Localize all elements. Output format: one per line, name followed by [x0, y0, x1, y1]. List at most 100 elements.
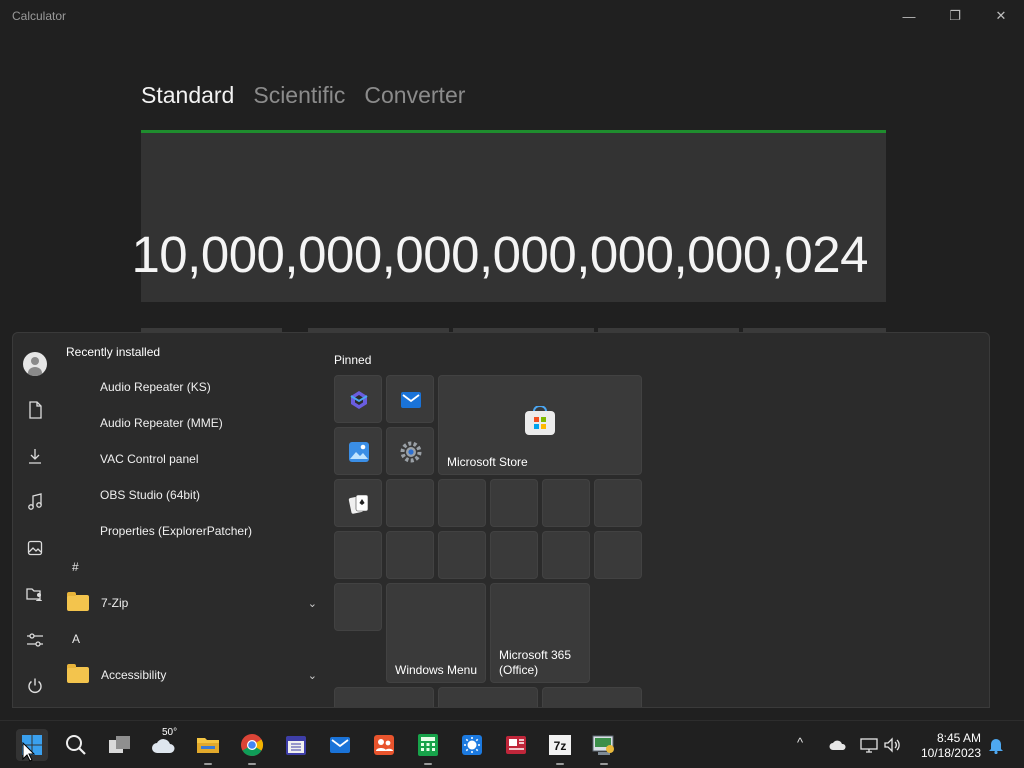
pinned-header: Pinned: [334, 353, 372, 367]
user-folder-icon: [26, 588, 42, 601]
search-icon: [66, 735, 86, 755]
user-folder-button[interactable]: [21, 580, 49, 608]
letter-header-hash[interactable]: #: [72, 560, 79, 574]
taskbar-control-panel[interactable]: [588, 729, 620, 765]
taskbar-7zip[interactable]: 7z: [544, 729, 576, 765]
minimize-button[interactable]: —: [886, 0, 932, 32]
pinned-tile-mail[interactable]: [386, 375, 434, 423]
pinned-tile[interactable]: [438, 479, 486, 527]
close-button[interactable]: ✕: [978, 0, 1024, 32]
pinned-tile[interactable]: [438, 687, 538, 707]
clock-date: 10/18/2023: [920, 746, 981, 760]
taskbar-chrome[interactable]: [236, 729, 268, 765]
taskbar: 50° 7z ^ 8:45 AM 10/18/2023: [0, 720, 1024, 768]
maximize-button[interactable]: ❐: [932, 0, 978, 32]
running-indicator: [248, 763, 256, 765]
pinned-tile-windows-menu[interactable]: Windows Menu: [386, 583, 486, 683]
chevron-down-icon: ⌄: [307, 597, 317, 610]
solitaire-icon: [348, 494, 369, 514]
recently-installed-header: Recently installed: [66, 345, 161, 359]
downloads-button[interactable]: [21, 442, 49, 470]
tab-standard[interactable]: Standard: [141, 82, 234, 109]
maximize-icon: ❐: [949, 8, 961, 23]
sun-icon: [462, 735, 482, 755]
tab-scientific[interactable]: Scientific: [253, 82, 345, 109]
pinned-tile-photos[interactable]: [334, 427, 382, 475]
display-value: 10,000,000,000,000,000,000,024: [131, 226, 868, 283]
start-menu: Recently installed Audio Repeater (KS) A…: [12, 332, 990, 708]
folder-accessibility[interactable]: Accessibility ⌄: [67, 663, 317, 687]
settings-button[interactable]: [21, 626, 49, 654]
7zip-icon: 7z: [549, 735, 571, 755]
list-item[interactable]: Audio Repeater (KS): [100, 380, 211, 394]
pictures-button[interactable]: [21, 534, 49, 562]
pinned-tile[interactable]: [334, 583, 382, 631]
running-indicator: [424, 763, 432, 765]
pinned-tile[interactable]: [334, 687, 434, 707]
pinned-tile-settings[interactable]: [386, 427, 434, 475]
app-list: Recently installed Audio Repeater (KS) A…: [57, 333, 317, 707]
pinned-tile[interactable]: [594, 479, 642, 527]
taskbar-mail[interactable]: [324, 729, 356, 761]
letter-header-a[interactable]: A: [72, 632, 80, 646]
weather-temp: 50°: [162, 727, 178, 738]
list-item[interactable]: Audio Repeater (MME): [100, 416, 223, 430]
copilot-icon: [350, 391, 368, 409]
calculator-icon: [418, 734, 438, 756]
pinned-tile[interactable]: [542, 479, 590, 527]
tray-onedrive[interactable]: [822, 729, 854, 761]
task-view-button[interactable]: [104, 729, 136, 761]
store-icon: [525, 406, 555, 435]
people-icon: [374, 735, 394, 755]
show-hidden-icons-chevron[interactable]: ^: [797, 735, 803, 750]
taskbar-calendar[interactable]: [280, 729, 312, 761]
bell-icon: [989, 739, 1003, 754]
tray-volume[interactable]: [876, 729, 908, 761]
search-button[interactable]: [60, 729, 92, 761]
mail-icon: [401, 392, 421, 408]
svg-text:7z: 7z: [554, 739, 567, 753]
minimize-icon: —: [902, 8, 916, 24]
pinned-tile[interactable]: [386, 531, 434, 579]
power-button[interactable]: [21, 672, 49, 700]
close-icon: ✕: [995, 8, 1007, 23]
tab-converter[interactable]: Converter: [364, 82, 465, 109]
account-button[interactable]: [21, 350, 49, 378]
list-item[interactable]: VAC Control panel: [100, 452, 199, 466]
pinned-tile-copilot[interactable]: [334, 375, 382, 423]
pinned-tile[interactable]: [542, 687, 642, 707]
music-button[interactable]: [21, 488, 49, 516]
account-icon: [23, 352, 47, 376]
system-clock[interactable]: 8:45 AM 10/18/2023: [921, 731, 981, 761]
folder-label: Accessibility: [101, 668, 167, 682]
taskbar-people[interactable]: [368, 729, 400, 761]
pinned-tile[interactable]: [334, 531, 382, 579]
documents-button[interactable]: [21, 396, 49, 424]
pinned-tile-microsoft-365[interactable]: Microsoft 365 (Office): [490, 583, 590, 683]
music-icon: [28, 493, 42, 510]
tile-label: Microsoft 365 (Office): [499, 648, 572, 677]
pinned-tile[interactable]: [594, 531, 642, 579]
weather-widget[interactable]: 50°: [148, 727, 180, 761]
pinned-tile[interactable]: [490, 479, 538, 527]
taskbar-file-explorer[interactable]: [192, 729, 224, 765]
mode-tabs: Standard Scientific Converter: [141, 82, 465, 109]
taskbar-calculator[interactable]: [412, 729, 444, 765]
documents-icon: [29, 401, 42, 419]
pinned-tile-solitaire[interactable]: [334, 479, 382, 527]
taskbar-news[interactable]: [500, 729, 532, 761]
pinned-tile[interactable]: [542, 531, 590, 579]
list-item[interactable]: Properties (ExplorerPatcher): [100, 524, 252, 538]
taskbar-weather-app[interactable]: [456, 729, 488, 761]
list-item[interactable]: OBS Studio (64bit): [100, 488, 200, 502]
pinned-tile[interactable]: [490, 531, 538, 579]
folder-7zip[interactable]: 7-Zip ⌄: [67, 591, 317, 615]
notifications-button[interactable]: [980, 729, 1012, 761]
start-rail: [13, 333, 57, 707]
pinned-tile[interactable]: [386, 479, 434, 527]
title-bar: Calculator — ❐ ✕: [0, 0, 1024, 32]
tile-label: Windows Menu: [395, 663, 478, 677]
pinned-tile-microsoft-store[interactable]: Microsoft Store: [438, 375, 642, 475]
pinned-tile[interactable]: [438, 531, 486, 579]
settings-icon: [27, 633, 43, 647]
